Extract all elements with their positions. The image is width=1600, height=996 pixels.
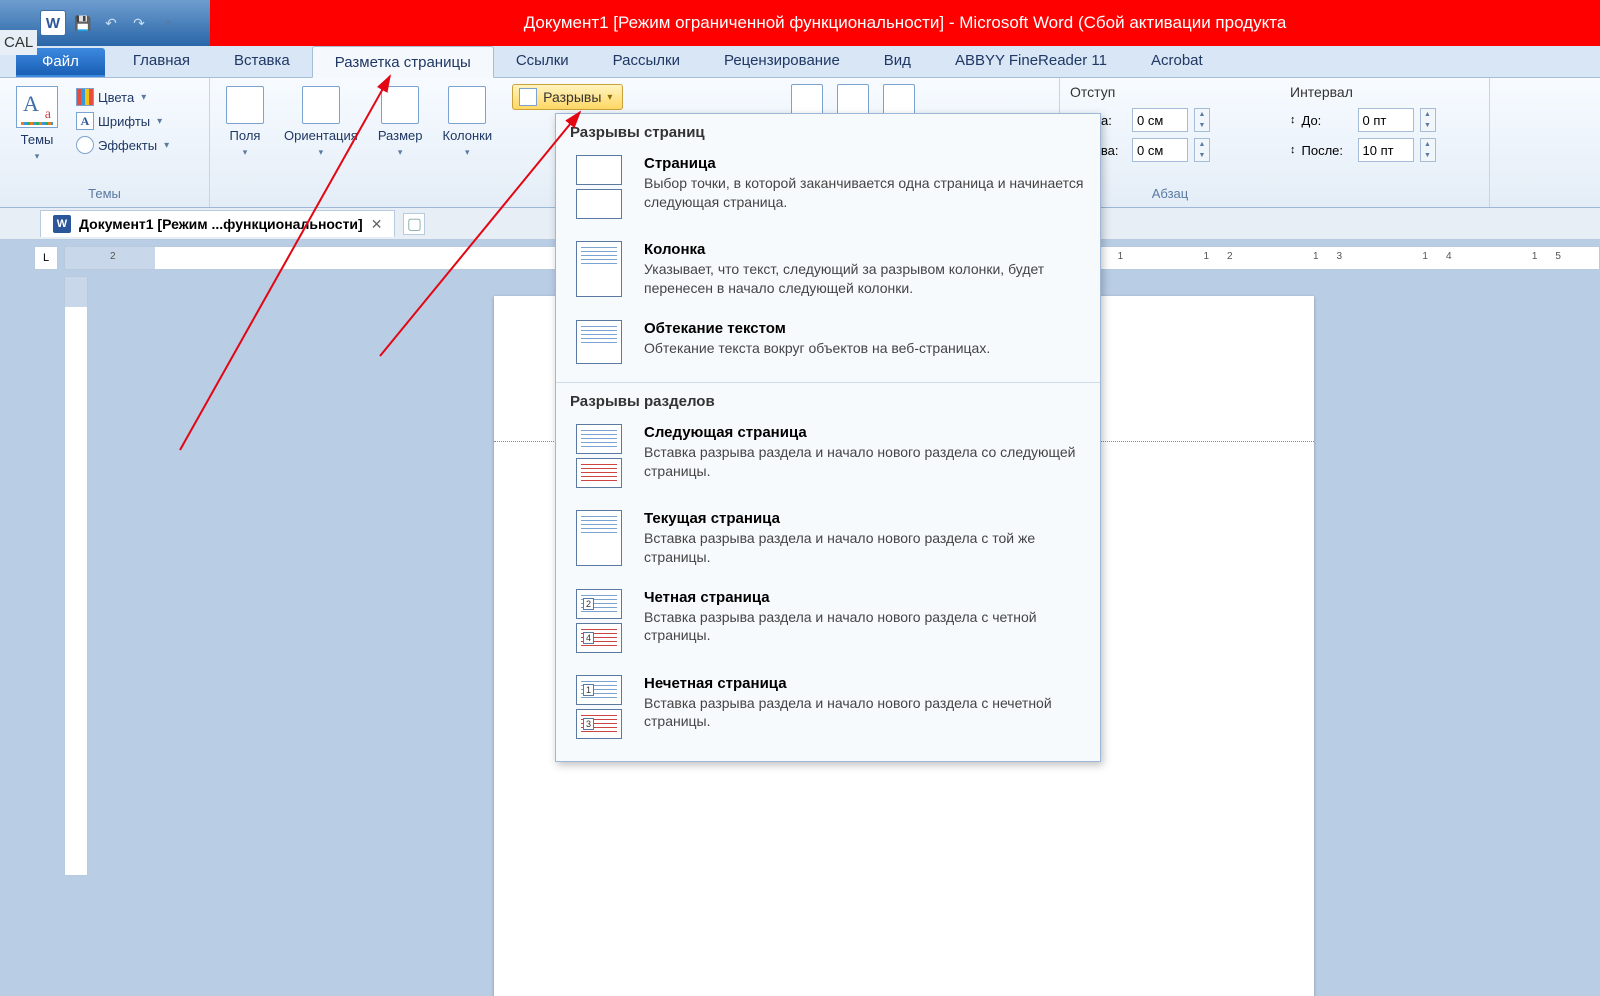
doc-word-icon: W [53,215,71,233]
watermark-icon[interactable] [791,84,823,116]
tab-mailings[interactable]: Рассылки [591,46,702,77]
indent-right-spinner[interactable]: ▲▼ [1194,138,1210,162]
spacing-before-spinner[interactable]: ▲▼ [1420,108,1436,132]
breaks-dropdown: Разрывы страниц СтраницаВыбор точки, в к… [555,113,1101,762]
title-bar: W 💾 ↶ ↷ Документ1 [Режим ограниченной фу… [0,0,1600,46]
break-even-page[interactable]: 24 Четная страницаВставка разрыва раздел… [556,581,1100,667]
spacing-header: Интервал [1290,84,1479,100]
indent-right-input[interactable] [1132,138,1188,162]
document-tab-label: Документ1 [Режим ...функциональности] [79,216,363,232]
document-tab[interactable]: W Документ1 [Режим ...функциональности] … [40,210,395,237]
ribbon-tabs: Файл Главная Вставка Разметка страницы С… [0,46,1600,78]
indent-header: Отступ [1070,84,1270,100]
themes-icon: Aa [16,86,58,128]
effects-icon [76,136,94,154]
window-title: Документ1 [Режим ограниченной функционал… [210,0,1600,46]
break-text-wrapping-icon [576,320,628,364]
tab-review[interactable]: Рецензирование [702,46,862,77]
indent-left-spinner[interactable]: ▲▼ [1194,108,1210,132]
qat-more-icon[interactable] [156,12,178,34]
save-icon[interactable]: 💾 [72,12,94,34]
margins-icon [226,86,264,124]
page-color-icon[interactable] [837,84,869,116]
fonts-icon: A [76,112,94,130]
dropdown-section-section-breaks: Разрывы разделов [556,382,1100,416]
tab-acrobat[interactable]: Acrobat [1129,46,1225,77]
tab-references[interactable]: Ссылки [494,46,591,77]
break-next-page[interactable]: Следующая страницаВставка разрыва раздел… [556,416,1100,502]
break-odd-page-icon: 13 [576,675,628,739]
columns-button[interactable]: Колонки▾ [437,84,499,186]
spacing-after-input[interactable] [1358,138,1414,162]
redo-icon[interactable]: ↷ [128,12,150,34]
undo-icon[interactable]: ↶ [100,12,122,34]
indent-left-input[interactable] [1132,108,1188,132]
breaks-button[interactable]: Разрывы▾ [512,84,623,110]
new-tab-icon[interactable]: ▢ [403,213,425,235]
columns-icon [448,86,486,124]
tab-page-layout[interactable]: Разметка страницы [312,46,494,78]
fonts-button[interactable]: AШрифты [72,110,173,132]
spacing-after-spinner[interactable]: ▲▼ [1420,138,1436,162]
vertical-ruler[interactable] [64,276,88,876]
break-page[interactable]: СтраницаВыбор точки, в которой заканчива… [556,147,1100,233]
effects-button[interactable]: Эффекты [72,134,173,156]
tab-view[interactable]: Вид [862,46,933,77]
break-text-wrapping[interactable]: Обтекание текстомОбтекание текста вокруг… [556,312,1100,378]
group-spacing: Интервал ↕До:▲▼ ↕После:▲▼ [1280,78,1490,207]
dropdown-section-page-breaks: Разрывы страниц [556,114,1100,147]
group-themes: Aa Темы ▾ Цвета AШрифты Эффекты Темы [0,78,210,207]
ruler-corner[interactable]: L [34,246,58,270]
break-column[interactable]: КолонкаУказывает, что текст, следующий з… [556,233,1100,312]
break-page-icon [576,155,628,219]
tab-insert[interactable]: Вставка [212,46,312,77]
cal-fragment: CAL [0,30,37,55]
group-themes-label: Темы [10,186,199,205]
tab-finereader[interactable]: ABBYY FineReader 11 [933,46,1129,77]
size-icon [381,86,419,124]
break-column-icon [576,241,628,298]
tab-home[interactable]: Главная [111,46,212,77]
colors-icon [76,88,94,106]
break-even-page-icon: 24 [576,589,628,653]
size-button[interactable]: Размер▾ [372,84,429,186]
word-app-icon: W [40,10,66,36]
margins-button[interactable]: Поля▾ [220,84,270,186]
close-tab-icon[interactable]: ✕ [371,216,383,233]
orientation-button[interactable]: Ориентация▾ [278,84,364,186]
themes-button[interactable]: Aa Темы ▾ [10,84,64,186]
page-borders-icon[interactable] [883,84,915,116]
spacing-before-input[interactable] [1358,108,1414,132]
breaks-icon [519,88,537,106]
break-continuous-icon [576,510,628,567]
colors-button[interactable]: Цвета [72,86,173,108]
spacing-before-label: До: [1302,113,1352,128]
break-odd-page[interactable]: 13 Нечетная страницаВставка разрыва разд… [556,667,1100,753]
break-continuous[interactable]: Текущая страницаВставка разрыва раздела … [556,502,1100,581]
orientation-icon [302,86,340,124]
break-next-page-icon [576,424,628,488]
themes-label: Темы [21,132,54,147]
spacing-after-label: После: [1302,143,1352,158]
